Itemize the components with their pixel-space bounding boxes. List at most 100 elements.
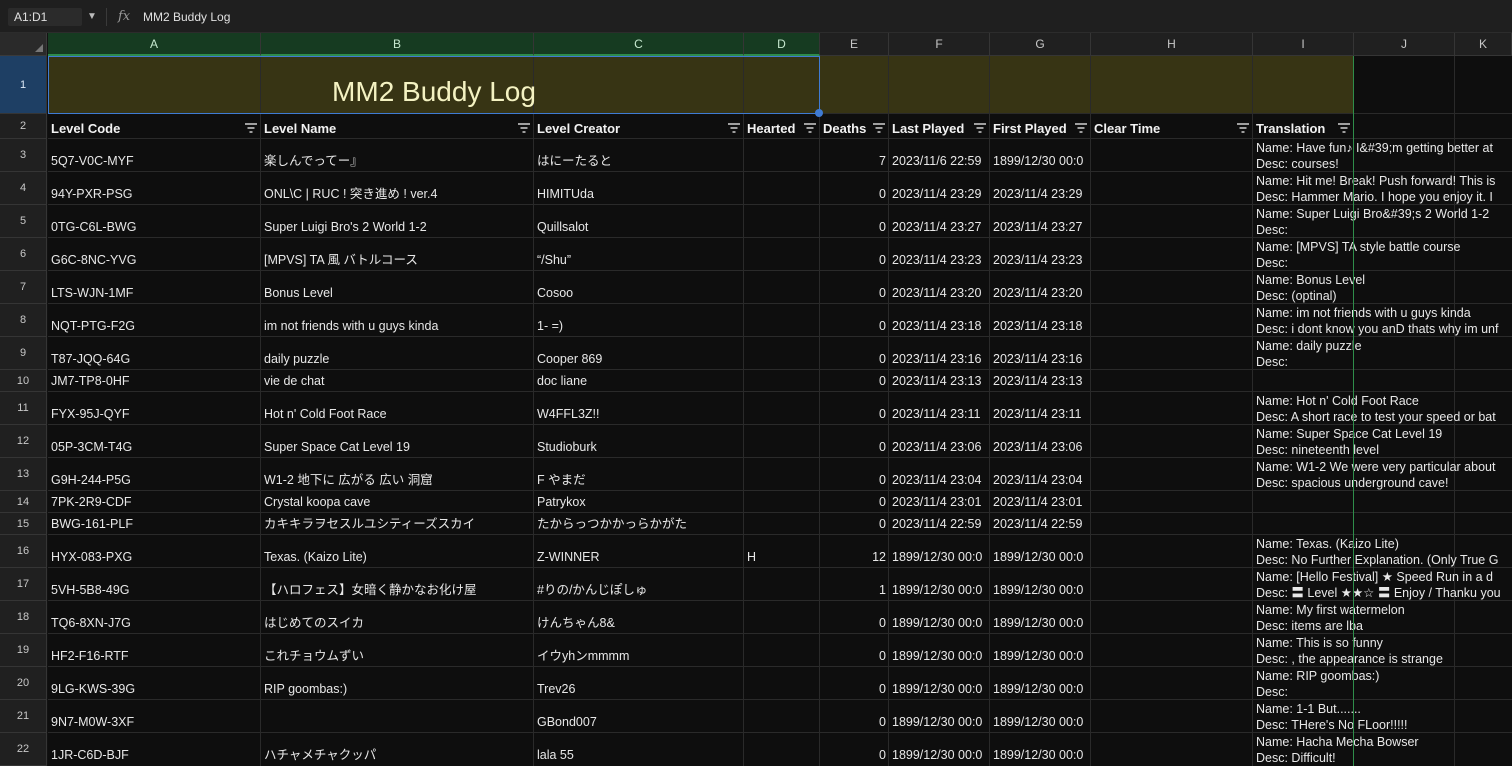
cell-last[interactable]: 1899/12/30 00:0: [889, 549, 990, 565]
cell-first[interactable]: 2023/11/4 23:27: [990, 219, 1091, 235]
cell-translation-line[interactable]: Desc: Hammer Mario. I hope you enjoy it.…: [1253, 189, 1512, 205]
cell-first[interactable]: 2023/11/4 23:18: [990, 318, 1091, 334]
cell-deaths[interactable]: 0: [820, 318, 889, 334]
cell-translation-line[interactable]: Name: Super Space Cat Level 19: [1253, 426, 1512, 442]
cell-hearted[interactable]: [744, 747, 820, 763]
column-header-e[interactable]: E: [820, 33, 889, 56]
cell-name[interactable]: 【ハロフェス】女暗く静かなお化け屋: [261, 582, 534, 598]
cell-first[interactable]: 2023/11/4 23:11: [990, 406, 1091, 422]
cell-translation-line[interactable]: Name: This is so funny: [1253, 635, 1512, 651]
cell-translation-line[interactable]: Name: Bonus Level: [1253, 272, 1512, 288]
cell-name[interactable]: Hot n' Cold Foot Race: [261, 406, 534, 422]
cell-hearted[interactable]: [744, 219, 820, 235]
cell-code[interactable]: 9LG-KWS-39G: [48, 681, 261, 697]
filter-icon[interactable]: [245, 123, 257, 133]
cell-hearted[interactable]: [744, 582, 820, 598]
cell-name[interactable]: Super Luigi Bro's 2 World 1-2: [261, 219, 534, 235]
cell-creator[interactable]: GBond007: [534, 714, 744, 730]
cell-translation-line[interactable]: [1253, 514, 1512, 530]
cell-deaths[interactable]: 0: [820, 615, 889, 631]
column-header-d[interactable]: D: [744, 33, 820, 56]
cell-deaths[interactable]: 12: [820, 549, 889, 565]
cell-translation-line[interactable]: Desc: A short race to test your speed or…: [1253, 409, 1512, 425]
cell-deaths[interactable]: 0: [820, 714, 889, 730]
cell-hearted[interactable]: [744, 681, 820, 697]
cell-last[interactable]: 2023/11/4 23:20: [889, 285, 990, 301]
cell-code[interactable]: JM7-TP8-0HF: [48, 373, 261, 389]
filter-icon[interactable]: [873, 123, 885, 133]
cell-deaths[interactable]: 0: [820, 186, 889, 202]
cell-code[interactable]: 0TG-C6L-BWG: [48, 219, 261, 235]
cell-deaths[interactable]: 0: [820, 351, 889, 367]
column-header-f[interactable]: F: [889, 33, 990, 56]
cell-translation-line[interactable]: Desc: nineteenth level: [1253, 442, 1512, 458]
select-all-corner[interactable]: [0, 33, 47, 56]
cell-code[interactable]: HYX-083-PXG: [48, 549, 261, 565]
cell-clear[interactable]: [1091, 373, 1253, 389]
cell-name[interactable]: daily puzzle: [261, 351, 534, 367]
cell-creator[interactable]: lala 55: [534, 747, 744, 763]
cell-clear[interactable]: [1091, 351, 1253, 367]
cell-last[interactable]: 2023/11/4 23:27: [889, 219, 990, 235]
row-header-5[interactable]: 5: [0, 205, 47, 238]
cell-first[interactable]: 2023/11/4 23:13: [990, 373, 1091, 389]
cell-clear[interactable]: [1091, 648, 1253, 664]
cell-deaths[interactable]: 0: [820, 472, 889, 488]
cell-deaths[interactable]: 0: [820, 406, 889, 422]
cell-hearted[interactable]: [744, 648, 820, 664]
filter-icon[interactable]: [1338, 123, 1350, 133]
cell-hearted[interactable]: [744, 472, 820, 488]
cell-creator[interactable]: Patrykox: [534, 494, 744, 510]
cell-first[interactable]: 1899/12/30 00:0: [990, 714, 1091, 730]
cell-hearted[interactable]: [744, 153, 820, 169]
cell-translation-line[interactable]: [1253, 371, 1512, 387]
cell-code[interactable]: LTS-WJN-1MF: [48, 285, 261, 301]
cell-clear[interactable]: [1091, 516, 1253, 532]
cell-code[interactable]: TQ6-8XN-J7G: [48, 615, 261, 631]
cell-name[interactable]: RIP goombas:): [261, 681, 534, 697]
cell-name[interactable]: Crystal koopa cave: [261, 494, 534, 510]
cell-clear[interactable]: [1091, 439, 1253, 455]
cell-translation-line[interactable]: Name: [MPVS] TA style battle course: [1253, 239, 1512, 255]
cell-first[interactable]: 1899/12/30 00:0: [990, 681, 1091, 697]
cell-name[interactable]: ハチャメチャクッパ: [261, 747, 534, 763]
cell-clear[interactable]: [1091, 494, 1253, 510]
row-header-20[interactable]: 20: [0, 667, 47, 700]
cell-hearted[interactable]: [744, 373, 820, 389]
cell-first[interactable]: 2023/11/4 23:01: [990, 494, 1091, 510]
cell-creator[interactable]: けんちゃん8&: [534, 615, 744, 631]
cell-translation-line[interactable]: Name: My first watermelon: [1253, 602, 1512, 618]
cell-deaths[interactable]: 0: [820, 747, 889, 763]
cell-hearted[interactable]: [744, 406, 820, 422]
cell-hearted[interactable]: [744, 439, 820, 455]
cell-clear[interactable]: [1091, 252, 1253, 268]
cell-translation-line[interactable]: Desc: courses!: [1253, 156, 1512, 172]
cell-translation-line[interactable]: Desc:: [1253, 222, 1512, 238]
cell-last[interactable]: 2023/11/4 23:06: [889, 439, 990, 455]
cell-name[interactable]: Texas. (Kaizo Lite): [261, 549, 534, 565]
cell-translation-line[interactable]: Desc: (optinal): [1253, 288, 1512, 304]
cell-name[interactable]: 楽しんでってー』: [261, 153, 534, 169]
cell-clear[interactable]: [1091, 472, 1253, 488]
cell-last[interactable]: 1899/12/30 00:0: [889, 648, 990, 664]
cell-translation-line[interactable]: Desc: i dont know you anD thats why im u…: [1253, 321, 1512, 337]
cell-translation-line[interactable]: Name: W1-2 We were very particular about: [1253, 459, 1512, 475]
cell-code[interactable]: 7PK-2R9-CDF: [48, 494, 261, 510]
cell-creator[interactable]: W4FFL3Z!!: [534, 406, 744, 422]
cell-code[interactable]: NQT-PTG-F2G: [48, 318, 261, 334]
cell-translation-line[interactable]: Desc: items are lba: [1253, 618, 1512, 634]
cell-translation-line[interactable]: Name: Have fun♪ I&#39;m getting better a…: [1253, 140, 1512, 156]
cell-first[interactable]: 2023/11/4 23:29: [990, 186, 1091, 202]
cell-deaths[interactable]: 7: [820, 153, 889, 169]
cell-hearted[interactable]: [744, 252, 820, 268]
column-header-a[interactable]: A: [48, 33, 261, 56]
cell-deaths[interactable]: 0: [820, 285, 889, 301]
cell-translation-line[interactable]: Name: Super Luigi Bro&#39;s 2 World 1-2: [1253, 206, 1512, 222]
cell-code[interactable]: 5Q7-V0C-MYF: [48, 153, 261, 169]
cell-translation-line[interactable]: Desc:: [1253, 255, 1512, 271]
cell-deaths[interactable]: 0: [820, 219, 889, 235]
cell-translation-line[interactable]: Name: daily puzzle: [1253, 338, 1512, 354]
cell-deaths[interactable]: 1: [820, 582, 889, 598]
cell-clear[interactable]: [1091, 714, 1253, 730]
cell-last[interactable]: 2023/11/4 23:23: [889, 252, 990, 268]
